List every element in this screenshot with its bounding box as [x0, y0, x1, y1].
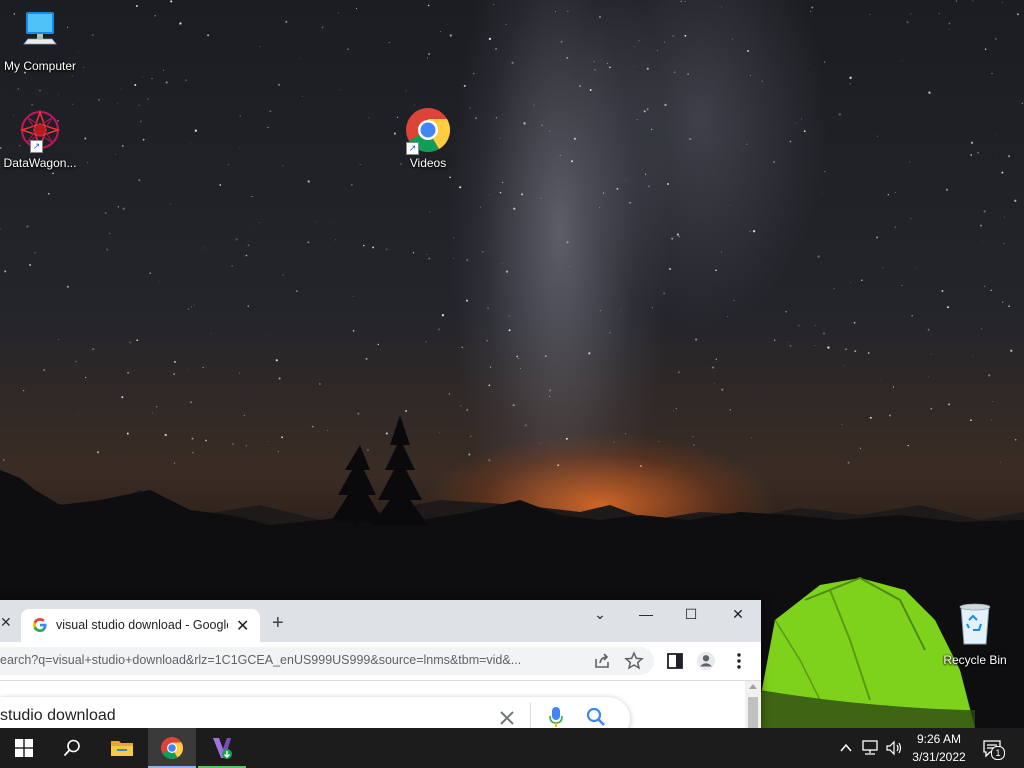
- desktop-icon-label: DataWagon...: [3, 156, 77, 170]
- voice-search-icon[interactable]: [548, 705, 564, 728]
- folder-icon: [111, 741, 133, 756]
- clear-search-icon[interactable]: [498, 709, 516, 727]
- clock-date: 3/31/2022: [912, 750, 966, 764]
- address-bar-url[interactable]: earch?q=visual+studio+download&rlz=1C1GC…: [0, 653, 585, 667]
- network-icon[interactable]: [862, 740, 880, 756]
- taskbar-chrome[interactable]: [148, 728, 196, 768]
- page-scrollbar[interactable]: [745, 681, 761, 728]
- chrome-icon: [161, 737, 183, 759]
- minimize-button[interactable]: —: [636, 606, 656, 622]
- search-divider: [530, 703, 531, 728]
- taskbar-file-explorer[interactable]: [98, 728, 146, 768]
- desktop-icon-label: Videos: [409, 156, 447, 170]
- maximize-button[interactable]: ☐: [681, 606, 701, 623]
- scroll-up-arrow-icon[interactable]: [749, 684, 757, 689]
- share-icon[interactable]: [592, 651, 612, 671]
- address-bar[interactable]: earch?q=visual+studio+download&rlz=1C1GC…: [0, 647, 654, 675]
- search-icon: [63, 739, 80, 757]
- google-favicon-icon: [33, 618, 47, 632]
- volume-icon[interactable]: [886, 740, 904, 756]
- windows-icon: [15, 739, 33, 757]
- taskbar: 9:26 AM 3/31/2022 1: [0, 728, 1024, 768]
- shortcut-arrow-icon: ↗: [406, 142, 419, 155]
- notification-count-badge: 1: [991, 746, 1005, 760]
- start-button[interactable]: [0, 728, 48, 768]
- desktop-icon-my-computer[interactable]: My Computer: [0, 10, 80, 73]
- taskbar-visual-studio-installer[interactable]: [198, 728, 246, 768]
- system-clock[interactable]: 9:26 AM 3/31/2022: [904, 730, 974, 766]
- computer-icon: [23, 12, 57, 45]
- desktop-icon-videos[interactable]: ↗ Videos: [388, 106, 468, 170]
- search-icon[interactable]: [586, 707, 606, 727]
- more-menu-icon[interactable]: [729, 651, 749, 671]
- page-content: studio download: [0, 681, 761, 728]
- side-panel-icon[interactable]: [665, 651, 685, 671]
- search-query-text[interactable]: studio download: [0, 707, 116, 725]
- taskbar-search-button[interactable]: [48, 728, 96, 768]
- google-search-box[interactable]: studio download: [0, 697, 630, 728]
- profile-avatar-icon[interactable]: [696, 651, 716, 671]
- scrollbar-thumb[interactable]: [748, 697, 758, 728]
- bookmark-star-icon[interactable]: [624, 651, 644, 671]
- tab-active[interactable]: visual studio download - Google ✕: [21, 609, 260, 642]
- show-hidden-icons-chevron-icon[interactable]: [840, 742, 852, 754]
- new-tab-button[interactable]: +: [272, 612, 284, 635]
- desktop-icon-label: Recycle Bin: [943, 653, 1007, 667]
- tab-search-dropdown-icon[interactable]: ⌄: [590, 606, 610, 623]
- recycle-bin-icon: [959, 603, 991, 645]
- desktop-icon-label: My Computer: [3, 59, 77, 73]
- chrome-window: ✕ visual studio download - Google ✕ + ⌄ …: [0, 600, 761, 728]
- close-window-button[interactable]: ✕: [728, 606, 748, 623]
- shortcut-arrow-icon: ↗: [30, 140, 43, 153]
- action-center-button[interactable]: 1: [982, 738, 1005, 760]
- tab-title: visual studio download - Google: [56, 618, 228, 632]
- previous-tab-close-icon[interactable]: ✕: [0, 614, 12, 631]
- desktop-icon-datawagon[interactable]: ↗ DataWagon...: [0, 108, 80, 170]
- tab-close-icon[interactable]: ✕: [236, 616, 249, 636]
- browser-toolbar: earch?q=visual+studio+download&rlz=1C1GC…: [0, 642, 761, 681]
- clock-time: 9:26 AM: [916, 732, 962, 746]
- vs-installer-icon: [213, 738, 232, 759]
- desktop-icon-recycle-bin[interactable]: Recycle Bin: [935, 602, 1015, 667]
- tab-strip: ✕ visual studio download - Google ✕ + ⌄ …: [0, 600, 761, 642]
